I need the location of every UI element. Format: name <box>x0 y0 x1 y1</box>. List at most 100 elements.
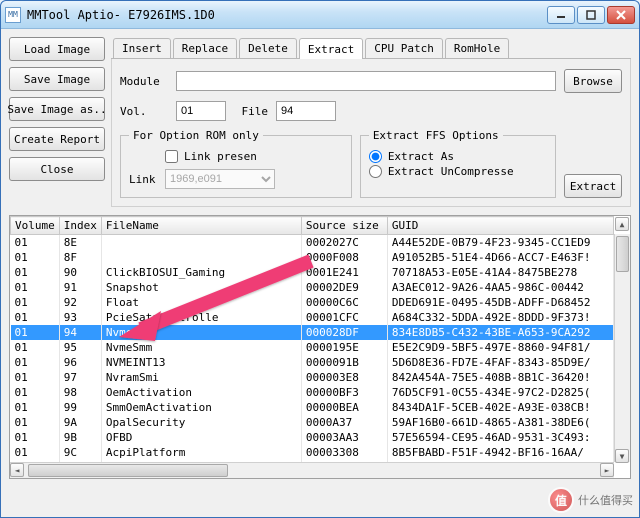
watermark: 值 什么值得买 <box>548 487 633 513</box>
cell-volume: 01 <box>11 355 60 370</box>
tab-delete[interactable]: Delete <box>239 38 297 58</box>
cell-filename: ClickBIOSUI_Gaming <box>101 265 301 280</box>
cell-size: 00000BF3 <box>301 385 387 400</box>
option-rom-legend: For Option ROM only <box>129 129 263 142</box>
tab-cpu-patch[interactable]: CPU Patch <box>365 38 443 58</box>
col-guid[interactable]: GUID <box>387 217 613 235</box>
cell-size: 0001E241 <box>301 265 387 280</box>
table-row[interactable]: 018E0002027CA44E52DE-0B79-4F23-9345-CC1E… <box>11 235 614 251</box>
cell-volume: 01 <box>11 235 60 251</box>
title-bar: MM MMTool Aptio- E7926IMS.1D0 <box>1 1 639 29</box>
table-row[interactable]: 0196NVMEINT130000091B5D6D8E36-FD7E-4FAF-… <box>11 355 614 370</box>
table-row[interactable]: 0193PcieSataControlle00001CFCA684C332-5D… <box>11 310 614 325</box>
cell-volume: 01 <box>11 325 60 340</box>
cell-guid: A44E52DE-0B79-4F23-9345-CC1ED9 <box>387 235 613 251</box>
cell-volume: 01 <box>11 385 60 400</box>
cell-size: 00000C6C <box>301 295 387 310</box>
cell-volume: 01 <box>11 445 60 460</box>
vol-input[interactable] <box>176 101 226 121</box>
cell-index: 96 <box>59 355 101 370</box>
col-size[interactable]: Source size <box>301 217 387 235</box>
ffs-options-group: Extract FFS Options Extract As Extract U… <box>360 129 556 198</box>
cell-index: 90 <box>59 265 101 280</box>
save-image-button[interactable]: Save Image <box>9 67 105 91</box>
cell-filename: NVMEINT13 <box>101 355 301 370</box>
scroll-up-button[interactable]: ▲ <box>615 217 629 231</box>
table-row[interactable]: 018F0000F008A91052B5-51E4-4D66-ACC7-E463… <box>11 250 614 265</box>
cell-volume: 01 <box>11 370 60 385</box>
col-volume[interactable]: Volume <box>11 217 60 235</box>
tab-insert[interactable]: Insert <box>113 38 171 58</box>
vertical-scrollbar[interactable]: ▲ ▼ <box>614 234 630 462</box>
load-image-button[interactable]: Load Image <box>9 37 105 61</box>
cell-filename <box>101 235 301 251</box>
cell-index: 8F <box>59 250 101 265</box>
scroll-right-button[interactable]: ► <box>600 463 614 477</box>
save-image-as-button[interactable]: Save Image as.. <box>9 97 105 121</box>
extract-as-radio[interactable] <box>369 150 382 163</box>
tab-extract[interactable]: Extract <box>299 38 363 59</box>
cell-guid: DDED691E-0495-45DB-ADFF-D68452 <box>387 295 613 310</box>
cell-volume: 01 <box>11 280 60 295</box>
cell-size: 0000F008 <box>301 250 387 265</box>
cell-index: 98 <box>59 385 101 400</box>
vertical-scroll-thumb[interactable] <box>616 236 629 272</box>
table-row[interactable]: 0191Snapshot00002DE9A3AEC012-9A26-4AA5-9… <box>11 280 614 295</box>
cell-guid: 70718A53-E05E-41A4-8475BE278 <box>387 265 613 280</box>
table-row[interactable]: 0198OemActivation00000BF376D5CF91-0C55-4… <box>11 385 614 400</box>
cell-filename <box>101 250 301 265</box>
ffs-legend: Extract FFS Options <box>369 129 503 142</box>
module-input[interactable] <box>176 71 556 91</box>
cell-volume: 01 <box>11 340 60 355</box>
minimize-button[interactable] <box>547 6 575 24</box>
cell-index: 94 <box>59 325 101 340</box>
table-row[interactable]: 0195NvmeSmm0000195EE5E2C9D9-5BF5-497E-88… <box>11 340 614 355</box>
module-table[interactable]: Volume Index FileName Source size GUID 0… <box>9 215 631 479</box>
browse-button[interactable]: Browse <box>564 69 622 93</box>
close-window-button[interactable] <box>607 6 635 24</box>
module-label: Module <box>120 75 168 88</box>
extract-uncompressed-radio[interactable] <box>369 165 382 178</box>
app-icon: MM <box>5 7 21 23</box>
create-report-button[interactable]: Create Report <box>9 127 105 151</box>
horizontal-scroll-thumb[interactable] <box>28 464 228 477</box>
cell-size: 0000195E <box>301 340 387 355</box>
file-input[interactable] <box>276 101 336 121</box>
scroll-left-button[interactable]: ◄ <box>10 463 24 477</box>
link-combo: 1969,e091 <box>165 169 275 189</box>
cell-index: 8E <box>59 235 101 251</box>
cell-volume: 01 <box>11 310 60 325</box>
col-index[interactable]: Index <box>59 217 101 235</box>
cell-guid: A684C332-5DDA-492E-8DDD-9F373! <box>387 310 613 325</box>
scroll-down-button[interactable]: ▼ <box>615 449 629 463</box>
tab-replace[interactable]: Replace <box>173 38 237 58</box>
table-row[interactable]: 019AOpalSecurity0000A3759AF16B0-661D-486… <box>11 415 614 430</box>
col-filename[interactable]: FileName <box>101 217 301 235</box>
watermark-text: 什么值得买 <box>578 492 633 508</box>
cell-guid: 5D6D8E36-FD7E-4FAF-8343-85D9E/ <box>387 355 613 370</box>
cell-size: 00002DE9 <box>301 280 387 295</box>
table-row[interactable]: 0197NvramSmi000003E8842A454A-75E5-408B-8… <box>11 370 614 385</box>
table-row[interactable]: 0190ClickBIOSUI_Gaming0001E24170718A53-E… <box>11 265 614 280</box>
horizontal-scrollbar[interactable]: ◄ ► <box>10 462 614 478</box>
link-present-checkbox[interactable] <box>165 150 178 163</box>
table-row[interactable]: 0199SmmOemActivation00000BEA8434DA1F-5CE… <box>11 400 614 415</box>
cell-index: 95 <box>59 340 101 355</box>
extract-button[interactable]: Extract <box>564 174 622 198</box>
cell-size: 00003AA3 <box>301 430 387 445</box>
tab-romhole[interactable]: RomHole <box>445 38 509 58</box>
table-row[interactable]: 0192Float00000C6CDDED691E-0495-45DB-ADFF… <box>11 295 614 310</box>
extract-uncompressed-label: Extract UnCompresse <box>388 165 514 178</box>
table-row[interactable]: 0194Nvme000028DF834E8DB5-C432-43BE-A653-… <box>11 325 614 340</box>
table-row[interactable]: 019BOFBD00003AA357E56594-CE95-46AD-9531-… <box>11 430 614 445</box>
close-button[interactable]: Close <box>9 157 105 181</box>
cell-size: 0000091B <box>301 355 387 370</box>
cell-volume: 01 <box>11 415 60 430</box>
table-row[interactable]: 019CAcpiPlatform000033088B5FBABD-F51F-49… <box>11 445 614 460</box>
cell-volume: 01 <box>11 430 60 445</box>
cell-volume: 01 <box>11 295 60 310</box>
cell-size: 0000A37 <box>301 415 387 430</box>
cell-index: 91 <box>59 280 101 295</box>
cell-size: 000003E8 <box>301 370 387 385</box>
maximize-button[interactable] <box>577 6 605 24</box>
